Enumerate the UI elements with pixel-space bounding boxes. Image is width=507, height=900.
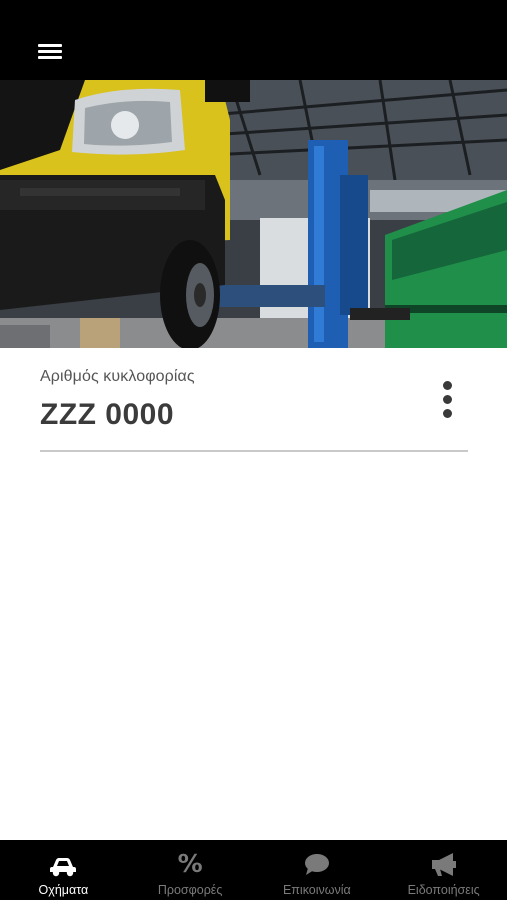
divider (40, 450, 468, 452)
car-icon (50, 858, 77, 877)
bottom-tab-bar: Οχήματα % Προσφορές Επικοινωνία Ειδοποιή… (0, 840, 507, 900)
tab-label-contact: Επικοινωνία (282, 883, 351, 897)
tab-label-notifications: Ειδοποιήσεις (407, 883, 480, 897)
tab-vehicles[interactable]: Οχήματα (0, 840, 127, 900)
tab-notifications[interactable]: Ειδοποιήσεις (380, 840, 507, 900)
tab-label-offers: Προσφορές (157, 883, 223, 897)
vehicle-plate-section: Αριθμός κυκλοφορίας ZZZ 0000 (40, 360, 468, 452)
more-vertical-icon[interactable] (434, 378, 462, 424)
percent-icon: % (177, 849, 203, 878)
plate-number: ZZZ 0000 (40, 398, 175, 431)
chat-bubble-icon (304, 854, 329, 875)
tab-offers[interactable]: % Προσφορές (127, 840, 254, 900)
plate-label: Αριθμός κυκλοφορίας (40, 368, 195, 385)
top-app-bar (0, 0, 507, 80)
hamburger-menu-icon[interactable] (36, 38, 66, 64)
tab-label-vehicles: Οχήματα (38, 883, 89, 897)
tab-contact[interactable]: Επικοινωνία (254, 840, 381, 900)
vehicle-hero-image (0, 80, 507, 348)
megaphone-icon (431, 853, 456, 876)
